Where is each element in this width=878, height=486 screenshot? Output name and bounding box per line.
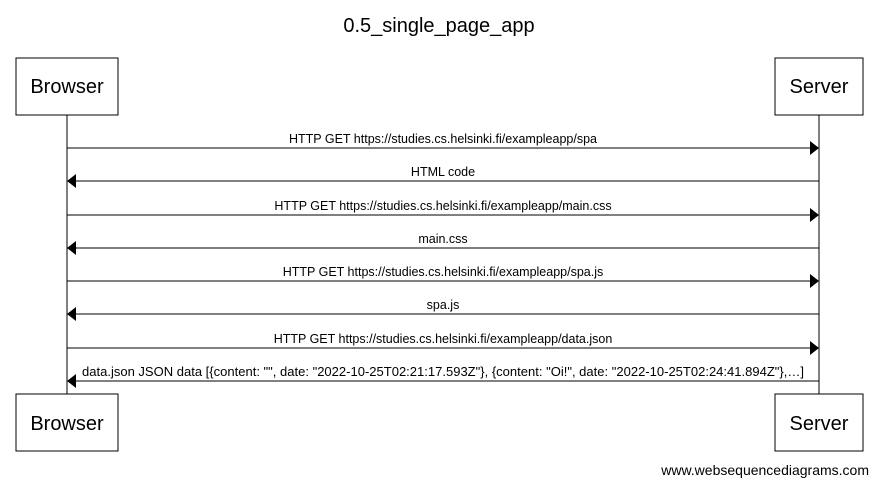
message-7: HTTP GET https://studies.cs.helsinki.fi/… (67, 332, 819, 355)
message-8: data.json JSON data [{content: "", date:… (67, 365, 819, 388)
message-6-label: spa.js (427, 298, 460, 312)
footer-watermark: www.websequencediagrams.com (660, 462, 869, 478)
message-6: spa.js (67, 298, 819, 321)
sequence-diagram: 0.5_single_page_app Browser Server Brows… (15, 15, 869, 478)
message-3-arrowhead (810, 208, 819, 222)
actor-browser-bottom: Browser (15, 393, 119, 452)
message-2-label: HTML code (411, 165, 475, 179)
actor-server-top: Server (774, 57, 864, 116)
diagram-title: 0.5_single_page_app (343, 15, 534, 37)
message-1: HTTP GET https://studies.cs.helsinki.fi/… (67, 132, 819, 155)
message-6-arrowhead (67, 307, 76, 321)
message-4-arrowhead (67, 241, 76, 255)
actor-browser-top-label: Browser (30, 76, 104, 98)
message-5: HTTP GET https://studies.cs.helsinki.fi/… (67, 265, 819, 288)
actor-server-bottom-label: Server (790, 413, 849, 435)
message-2: HTML code (67, 165, 819, 188)
message-8-arrowhead (67, 374, 76, 388)
message-3: HTTP GET https://studies.cs.helsinki.fi/… (67, 199, 819, 222)
actor-server-top-label: Server (790, 76, 849, 98)
message-2-arrowhead (67, 174, 76, 188)
message-3-label: HTTP GET https://studies.cs.helsinki.fi/… (274, 199, 611, 213)
message-7-arrowhead (810, 341, 819, 355)
actor-browser-top: Browser (15, 57, 119, 116)
message-8-label: data.json JSON data [{content: "", date:… (82, 365, 804, 379)
message-4: main.css (67, 232, 819, 255)
actor-server-bottom: Server (774, 393, 864, 452)
message-1-arrowhead (810, 141, 819, 155)
message-4-label: main.css (418, 232, 467, 246)
message-5-label: HTTP GET https://studies.cs.helsinki.fi/… (283, 265, 604, 279)
message-1-label: HTTP GET https://studies.cs.helsinki.fi/… (289, 132, 597, 146)
message-5-arrowhead (810, 274, 819, 288)
message-7-label: HTTP GET https://studies.cs.helsinki.fi/… (274, 332, 613, 346)
actor-browser-bottom-label: Browser (30, 413, 104, 435)
